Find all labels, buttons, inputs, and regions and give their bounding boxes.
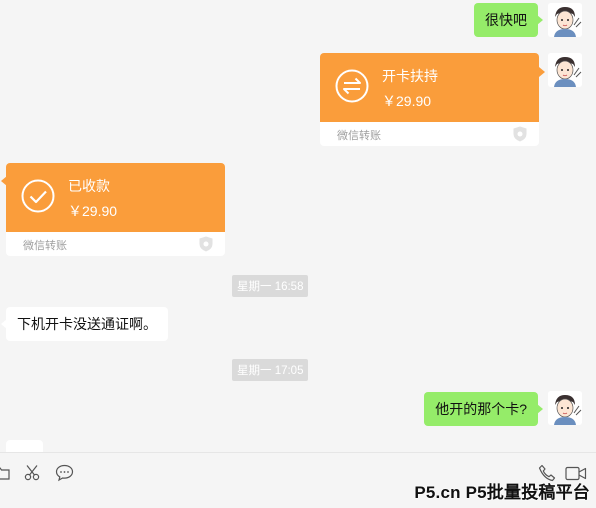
message-text: 下机开卡没送通证啊。 — [17, 316, 157, 332]
received-message-bubble[interactable]: 下机开卡没送通证啊。 — [1, 307, 168, 341]
scissors-icon[interactable] — [24, 464, 42, 482]
message-text: 很快吧 — [485, 12, 527, 28]
transfer-amount: ￥29.90 — [382, 93, 432, 109]
received-message-bubble-partial[interactable] — [6, 440, 43, 452]
message-text: 他开的那个卡? — [435, 401, 527, 417]
transfer-footer-label: 微信转账 — [337, 130, 381, 142]
chat-bubble-icon[interactable] — [55, 464, 74, 482]
folder-icon[interactable] — [0, 465, 10, 481]
my-avatar[interactable] — [548, 3, 582, 37]
shield-icon — [513, 126, 527, 142]
transfer-footer-label: 微信转账 — [23, 240, 67, 252]
checkmark-circle-icon — [21, 179, 55, 213]
transfer-title: 已收款 — [68, 178, 110, 194]
transfer-amount: ￥29.90 — [68, 203, 118, 219]
timestamp: 星期一 16:58 — [232, 275, 309, 297]
sent-message-bubble[interactable]: 他开的那个卡? — [424, 392, 543, 426]
transfer-card-received[interactable]: 已收款 ￥29.90 微信转账 — [6, 163, 225, 256]
shield-icon — [199, 236, 213, 252]
timestamp: 星期一 17:05 — [232, 359, 309, 381]
my-avatar[interactable] — [548, 391, 582, 425]
sent-message-bubble[interactable]: 很快吧 — [474, 3, 543, 37]
transfer-arrows-icon — [335, 69, 369, 103]
transfer-card-sent[interactable]: 开卡扶持 ￥29.90 微信转账 — [320, 53, 539, 146]
watermark: P5.cn P5批量投稿平台 — [414, 483, 590, 502]
transfer-title: 开卡扶持 — [382, 68, 438, 84]
my-avatar[interactable] — [548, 53, 582, 87]
input-toolbar: P5.cn P5批量投稿平台 — [0, 452, 596, 508]
chat-area: 很快吧 开卡扶持 ￥29.90 微信转账 已收款 ￥29.90 微信转账 星期一… — [0, 0, 596, 452]
